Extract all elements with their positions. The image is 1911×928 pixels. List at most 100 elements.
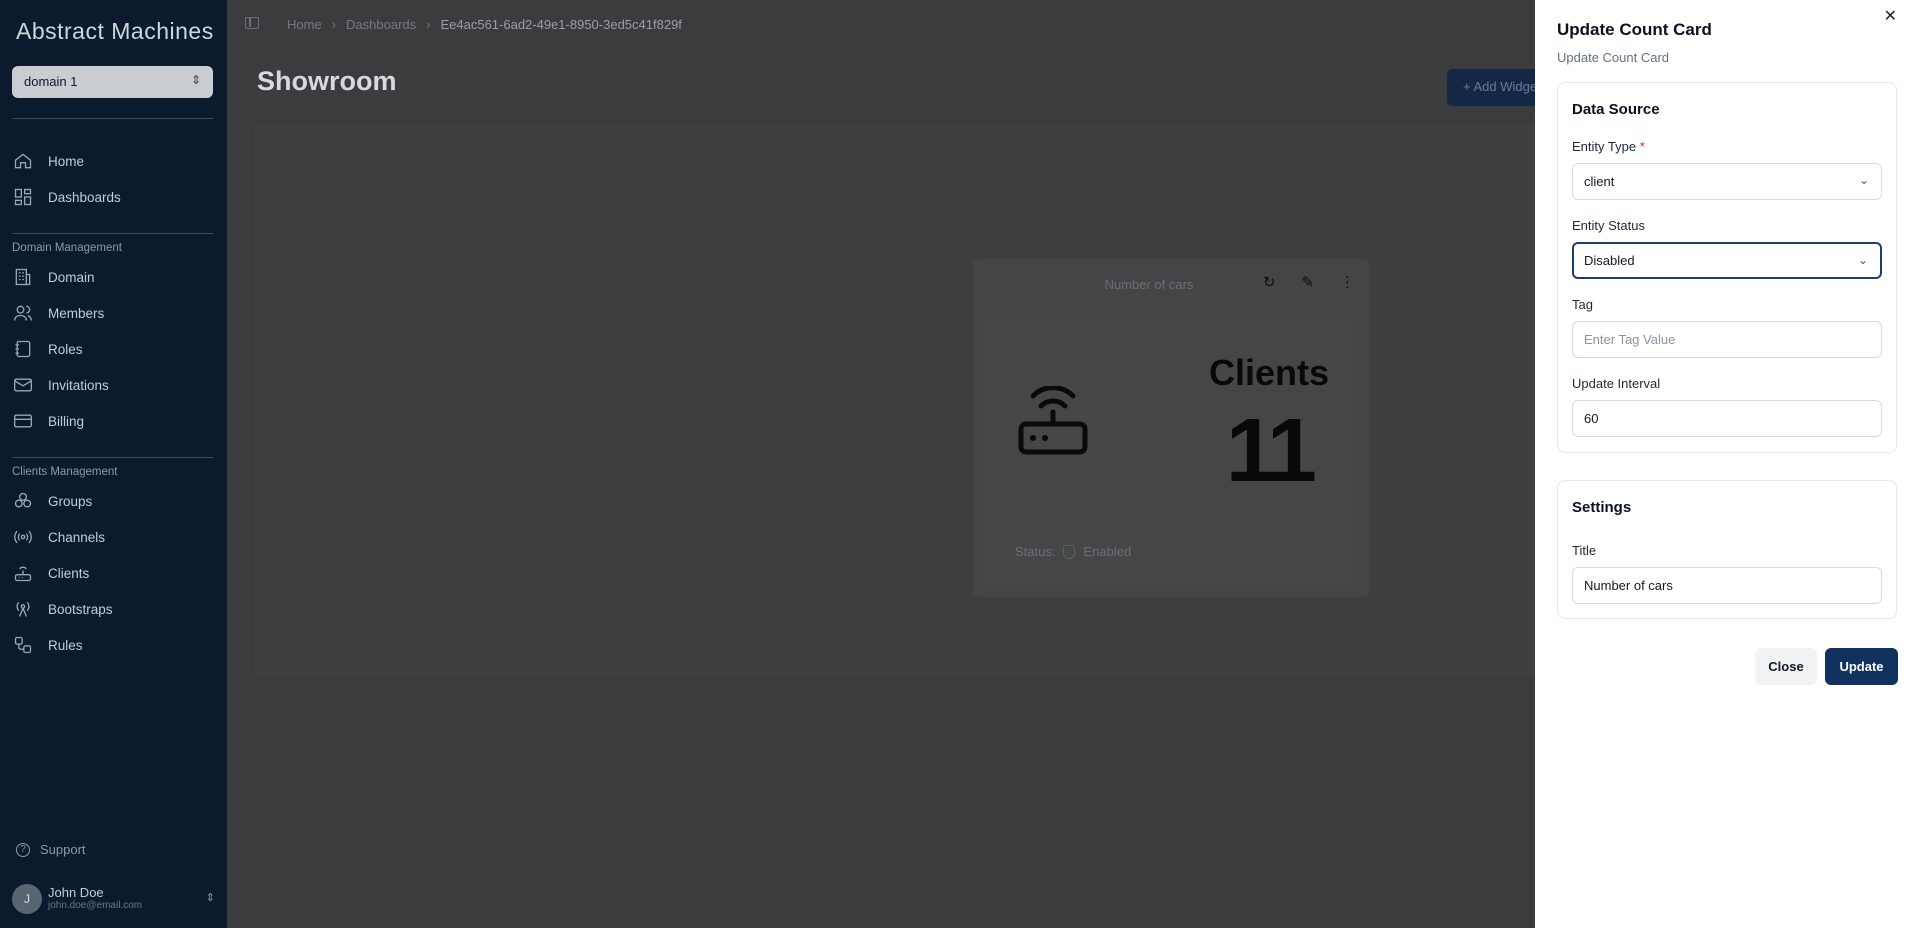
chevrons-up-down-icon: ⇕: [205, 892, 215, 904]
sidebar-item-bootstraps[interactable]: Bootstraps: [12, 594, 213, 624]
data-source-panel: Data Source Entity Type * client ⌄ Entit…: [1557, 82, 1897, 453]
sidebar-item-invitations[interactable]: Invitations: [12, 370, 213, 400]
chevron-right-icon: ›: [331, 17, 337, 32]
user-email: john.doe@email.com: [48, 900, 143, 911]
sidebar-item-label: Groups: [48, 493, 93, 509]
card-body: Clients 11 Status: Enabled: [985, 315, 1357, 585]
card-actions: ↻ ✎ ⋮: [1263, 273, 1355, 291]
antenna-icon: [12, 599, 34, 619]
avatar: J: [12, 884, 42, 914]
card-count-value: 11: [1225, 401, 1317, 501]
drawer-subtitle: Update Count Card: [1557, 50, 1670, 65]
breadcrumb: Home › Dashboards › Ee4ac561-6ad2-49e1-8…: [287, 17, 682, 32]
sidebar-item-roles[interactable]: Roles: [12, 334, 213, 364]
sidebar-item-label: Billing: [48, 413, 85, 429]
chevron-down-icon: ⌄: [1858, 173, 1869, 187]
domain-selector[interactable]: domain 1 ⇕: [12, 66, 213, 98]
router-icon: [1018, 386, 1088, 455]
entity-type-value: client: [1584, 174, 1615, 189]
sidebar-item-rules[interactable]: Rules: [12, 630, 213, 660]
chevron-down-icon: ⌄: [1857, 253, 1868, 267]
sidebar-item-label: Domain: [48, 269, 95, 285]
entity-status-value: Disabled: [1584, 253, 1635, 268]
entity-type-label: Entity Type *: [1572, 139, 1645, 154]
refresh-icon[interactable]: ↻: [1263, 273, 1276, 291]
update-interval-input[interactable]: 60: [1572, 400, 1882, 437]
mail-icon: [12, 375, 34, 395]
app-logo: Abstract Machines: [16, 18, 214, 44]
update-count-card-drawer: ✕ Update Count Card Update Count Card Da…: [1535, 0, 1911, 928]
sidebar-divider: [12, 118, 213, 119]
support-link[interactable]: ? Support: [16, 842, 86, 857]
chevrons-up-down-icon: ⇕: [190, 73, 201, 87]
help-icon: ?: [16, 842, 30, 857]
more-vertical-icon[interactable]: ⋮: [1340, 273, 1355, 291]
sidebar-item-label: Channels: [48, 529, 106, 545]
entity-status-label: Entity Status: [1572, 218, 1645, 233]
tag-label: Tag: [1572, 297, 1593, 312]
count-card-widget[interactable]: Number of cars ↻ ✎ ⋮ Clients 11 Status: …: [973, 259, 1369, 597]
sidebar-item-label: Home: [48, 153, 85, 169]
section-label-domain: Domain Management: [12, 242, 122, 254]
workflow-icon: [12, 635, 34, 655]
router-icon: [12, 563, 34, 583]
shield-check-icon: [1063, 544, 1076, 559]
add-widget-button[interactable]: + Add Widget: [1447, 69, 1547, 106]
sidebar-item-billing[interactable]: Billing: [12, 406, 213, 436]
sidebar-divider: [12, 457, 213, 458]
sidebar-item-home[interactable]: Home: [12, 146, 213, 176]
sidebar-item-label: Clients: [48, 565, 90, 581]
sidebar-item-label: Members: [48, 305, 105, 321]
sidebar-toggle-icon[interactable]: [245, 17, 259, 29]
drawer-title: Update Count Card: [1557, 20, 1712, 39]
home-icon: [12, 151, 34, 171]
sidebar-item-label: Roles: [48, 341, 83, 357]
settings-panel: Settings Title Number of cars: [1557, 480, 1897, 619]
dashboards-icon: [12, 187, 34, 207]
dashboard-canvas: Number of cars ↻ ✎ ⋮ Clients 11 Status: …: [255, 126, 1545, 678]
sidebar-item-dashboards[interactable]: Dashboards: [12, 182, 213, 212]
building-icon: [12, 267, 34, 287]
users-icon: [12, 303, 34, 323]
data-source-heading: Data Source: [1572, 101, 1660, 118]
sidebar-item-domain[interactable]: Domain: [12, 262, 213, 292]
sidebar-item-label: Bootstraps: [48, 601, 113, 617]
breadcrumb-dashboards[interactable]: Dashboards: [346, 17, 416, 32]
domain-selector-value: domain 1: [24, 74, 78, 89]
sidebar-item-label: Rules: [48, 637, 83, 653]
notebook-icon: [12, 339, 34, 359]
sidebar-item-clients[interactable]: Clients: [12, 558, 213, 588]
support-label: Support: [40, 842, 86, 857]
page-title: Showroom: [257, 66, 397, 96]
title-label: Title: [1572, 543, 1597, 558]
section-label-clients: Clients Management: [12, 466, 118, 478]
card-icon: [12, 411, 34, 431]
sidebar-divider: [12, 233, 213, 234]
chevron-right-icon: ›: [426, 17, 431, 32]
status-badge: Enabled: [1083, 544, 1132, 559]
settings-heading: Settings: [1572, 499, 1632, 516]
main-content: Home › Dashboards › Ee4ac561-6ad2-49e1-8…: [227, 0, 1547, 928]
card-status: Status: Enabled: [1015, 544, 1131, 559]
pencil-icon[interactable]: ✎: [1301, 273, 1314, 291]
sidebar: Abstract Machines domain 1 ⇕ Home Dashbo…: [0, 0, 227, 928]
close-button[interactable]: Close: [1755, 648, 1817, 685]
user-name: John Doe: [48, 885, 104, 900]
sidebar-item-channels[interactable]: Channels: [12, 522, 213, 552]
breadcrumb-home[interactable]: Home: [287, 17, 322, 32]
status-label: Status:: [1015, 544, 1056, 559]
close-icon[interactable]: ✕: [1884, 6, 1897, 26]
tag-input[interactable]: Enter Tag Value: [1572, 321, 1882, 358]
sidebar-item-label: Dashboards: [48, 189, 121, 205]
title-input[interactable]: Number of cars: [1572, 567, 1882, 604]
user-menu[interactable]: J John Doe john.doe@email.com ⇕: [12, 884, 215, 914]
entity-type-select[interactable]: client ⌄: [1572, 163, 1882, 200]
update-button[interactable]: Update: [1825, 648, 1898, 685]
update-interval-label: Update Interval: [1572, 376, 1661, 391]
sidebar-item-groups[interactable]: Groups: [12, 486, 213, 516]
sidebar-item-members[interactable]: Members: [12, 298, 213, 328]
entity-status-select[interactable]: Disabled ⌄: [1572, 242, 1882, 279]
breadcrumb-current: Ee4ac561-6ad2-49e1-8950-3ed5c41f829f: [440, 17, 682, 32]
sidebar-item-label: Invitations: [48, 377, 109, 393]
groups-icon: [12, 491, 34, 511]
